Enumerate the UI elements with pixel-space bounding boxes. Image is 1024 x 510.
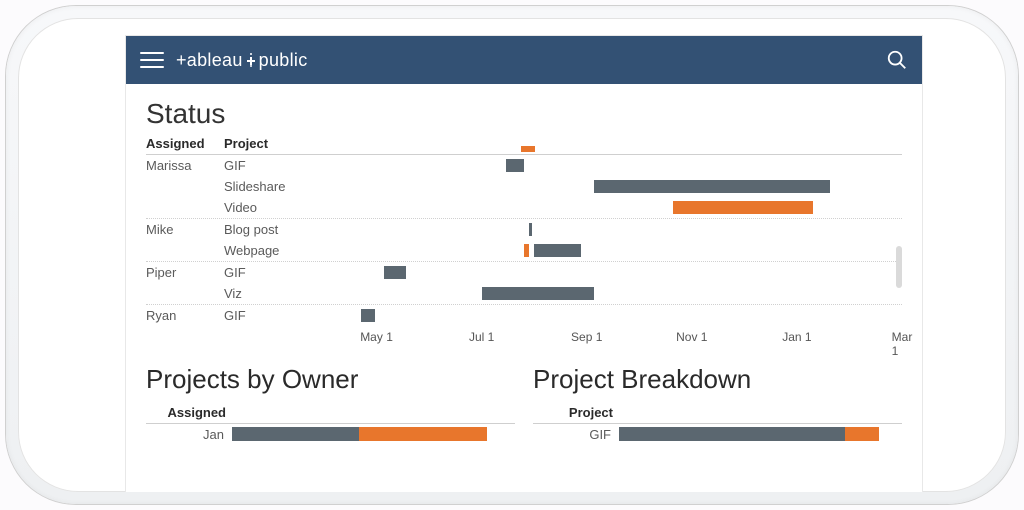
owner-group: PiperGIF Viz bbox=[146, 262, 902, 305]
axis-tick: Nov 1 bbox=[676, 330, 707, 344]
scrollbar-thumb[interactable] bbox=[896, 246, 902, 288]
gantt-track bbox=[324, 176, 902, 197]
project-label: Webpage bbox=[224, 243, 324, 258]
axis-tick: May 1 bbox=[360, 330, 393, 344]
gantt-track bbox=[324, 305, 902, 326]
status-title: Status bbox=[146, 98, 902, 130]
owner-row-jan: Jan bbox=[146, 424, 515, 444]
gantt-row: Viz bbox=[146, 283, 902, 304]
gantt-body: MarissaGIFSlideshareVideoMikeBlog postWe… bbox=[146, 155, 902, 326]
owner-bar-grey bbox=[232, 427, 359, 441]
col-header-project: Project bbox=[224, 136, 324, 151]
gantt-track bbox=[324, 283, 902, 304]
gantt-track bbox=[324, 219, 902, 240]
brand-separator-icon bbox=[244, 51, 258, 69]
project-breakdown-title: Project Breakdown bbox=[533, 364, 902, 395]
gantt-row: PiperGIF bbox=[146, 262, 902, 283]
project-label: GIF bbox=[224, 308, 324, 323]
gantt-bar bbox=[482, 287, 594, 300]
app-screen: +ableau public Status Assigned Project bbox=[126, 36, 922, 492]
gantt-chart[interactable]: Assigned Project MarissaGIFSlideshareVid… bbox=[146, 136, 902, 350]
owner-label: Mike bbox=[146, 222, 224, 237]
gantt-row: MikeBlog post bbox=[146, 219, 902, 240]
gantt-row: Slideshare bbox=[146, 176, 902, 197]
brand-part2: public bbox=[259, 50, 308, 71]
owner-label: Marissa bbox=[146, 158, 224, 173]
gantt-bar bbox=[361, 309, 375, 322]
gantt-header: Assigned Project bbox=[146, 136, 902, 155]
owner-group: MikeBlog post Webpage bbox=[146, 219, 902, 262]
gantt-bar bbox=[529, 223, 533, 236]
project-label: GIF bbox=[224, 158, 324, 173]
phone-inner: +ableau public Status Assigned Project bbox=[18, 18, 1006, 492]
gantt-track bbox=[324, 197, 902, 218]
brand-logo: +ableau public bbox=[176, 50, 308, 71]
axis-tick: Jan 1 bbox=[782, 330, 811, 344]
owner-label: Piper bbox=[146, 265, 224, 280]
gantt-row: Video bbox=[146, 197, 902, 218]
gantt-bar bbox=[506, 159, 524, 172]
project-breakdown-panel[interactable]: Project Breakdown Project GIF bbox=[533, 364, 902, 444]
search-icon[interactable] bbox=[886, 49, 908, 71]
axis-tick: Jul 1 bbox=[469, 330, 494, 344]
project-label: Viz bbox=[224, 286, 324, 301]
gantt-track bbox=[324, 262, 902, 283]
gantt-bar bbox=[534, 244, 581, 257]
project-label: Slideshare bbox=[224, 179, 324, 194]
gantt-row: RyanGIF bbox=[146, 305, 902, 326]
project-row-gif: GIF bbox=[533, 424, 902, 444]
gantt-row: Webpage bbox=[146, 240, 902, 261]
projects-by-owner-panel[interactable]: Projects by Owner Assigned Jan bbox=[146, 364, 515, 444]
project-label: Video bbox=[224, 200, 324, 215]
phone-frame: +ableau public Status Assigned Project bbox=[6, 6, 1018, 504]
top-bar: +ableau public bbox=[126, 36, 922, 84]
gantt-bar bbox=[594, 180, 830, 193]
project-label-gif: GIF bbox=[533, 427, 619, 442]
gantt-track bbox=[324, 155, 902, 176]
owner-label: Ryan bbox=[146, 308, 224, 323]
lower-panels: Projects by Owner Assigned Jan bbox=[146, 364, 902, 444]
content-area: Status Assigned Project MarissaGIFSlides… bbox=[126, 84, 922, 492]
owner-group: MarissaGIF Slideshare Video bbox=[146, 155, 902, 219]
project-bar-orange bbox=[845, 427, 879, 441]
gantt-bar bbox=[384, 266, 407, 279]
axis-tick: Mar 1 bbox=[892, 330, 913, 358]
gantt-axis: May 1Jul 1Sep 1Nov 1Jan 1Mar 1 bbox=[324, 326, 902, 350]
owner-label-jan: Jan bbox=[146, 427, 232, 442]
gantt-track bbox=[324, 240, 902, 261]
menu-icon[interactable] bbox=[140, 48, 164, 72]
gantt-top-marker bbox=[521, 146, 535, 152]
mini-head-project: Project bbox=[533, 405, 619, 424]
gantt-bar bbox=[673, 201, 813, 214]
project-bar-grey bbox=[619, 427, 845, 441]
col-header-assigned: Assigned bbox=[146, 136, 224, 151]
owner-group: RyanGIF bbox=[146, 305, 902, 326]
gantt-row: MarissaGIF bbox=[146, 155, 902, 176]
project-label: Blog post bbox=[224, 222, 324, 237]
projects-by-owner-title: Projects by Owner bbox=[146, 364, 515, 395]
mini-head-assigned: Assigned bbox=[146, 405, 232, 424]
project-label: GIF bbox=[224, 265, 324, 280]
axis-tick: Sep 1 bbox=[571, 330, 602, 344]
gantt-bar bbox=[524, 244, 529, 257]
brand-part1: +ableau bbox=[176, 50, 243, 71]
owner-bar-orange bbox=[359, 427, 486, 441]
